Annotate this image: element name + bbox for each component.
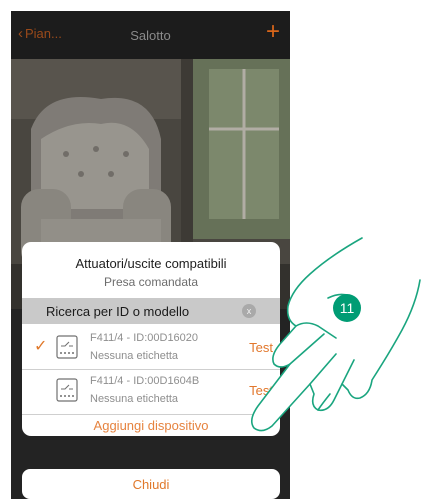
actuator-icon	[56, 378, 78, 402]
device-label: Nessuna etichetta	[90, 393, 179, 405]
actuator-icon	[56, 335, 78, 359]
pointing-hand-illustration	[250, 237, 421, 432]
add-button[interactable]: +	[266, 20, 280, 44]
page-title: Salotto	[130, 28, 171, 43]
close-button[interactable]: Chiudi	[22, 469, 280, 499]
search-input[interactable]: Ricerca per ID o modello	[46, 304, 189, 319]
step-number-badge: 11	[333, 294, 361, 322]
device-name: F411/4 - ID:00D1604B	[90, 375, 200, 387]
close-label: Chiudi	[132, 477, 170, 492]
checkmark-icon: ✓	[34, 338, 48, 355]
device-name: F411/4 - ID:00D16020	[90, 332, 199, 344]
device-label: Nessuna etichetta	[90, 350, 179, 362]
top-bar: ‹ Pian... Salotto +	[11, 11, 290, 59]
